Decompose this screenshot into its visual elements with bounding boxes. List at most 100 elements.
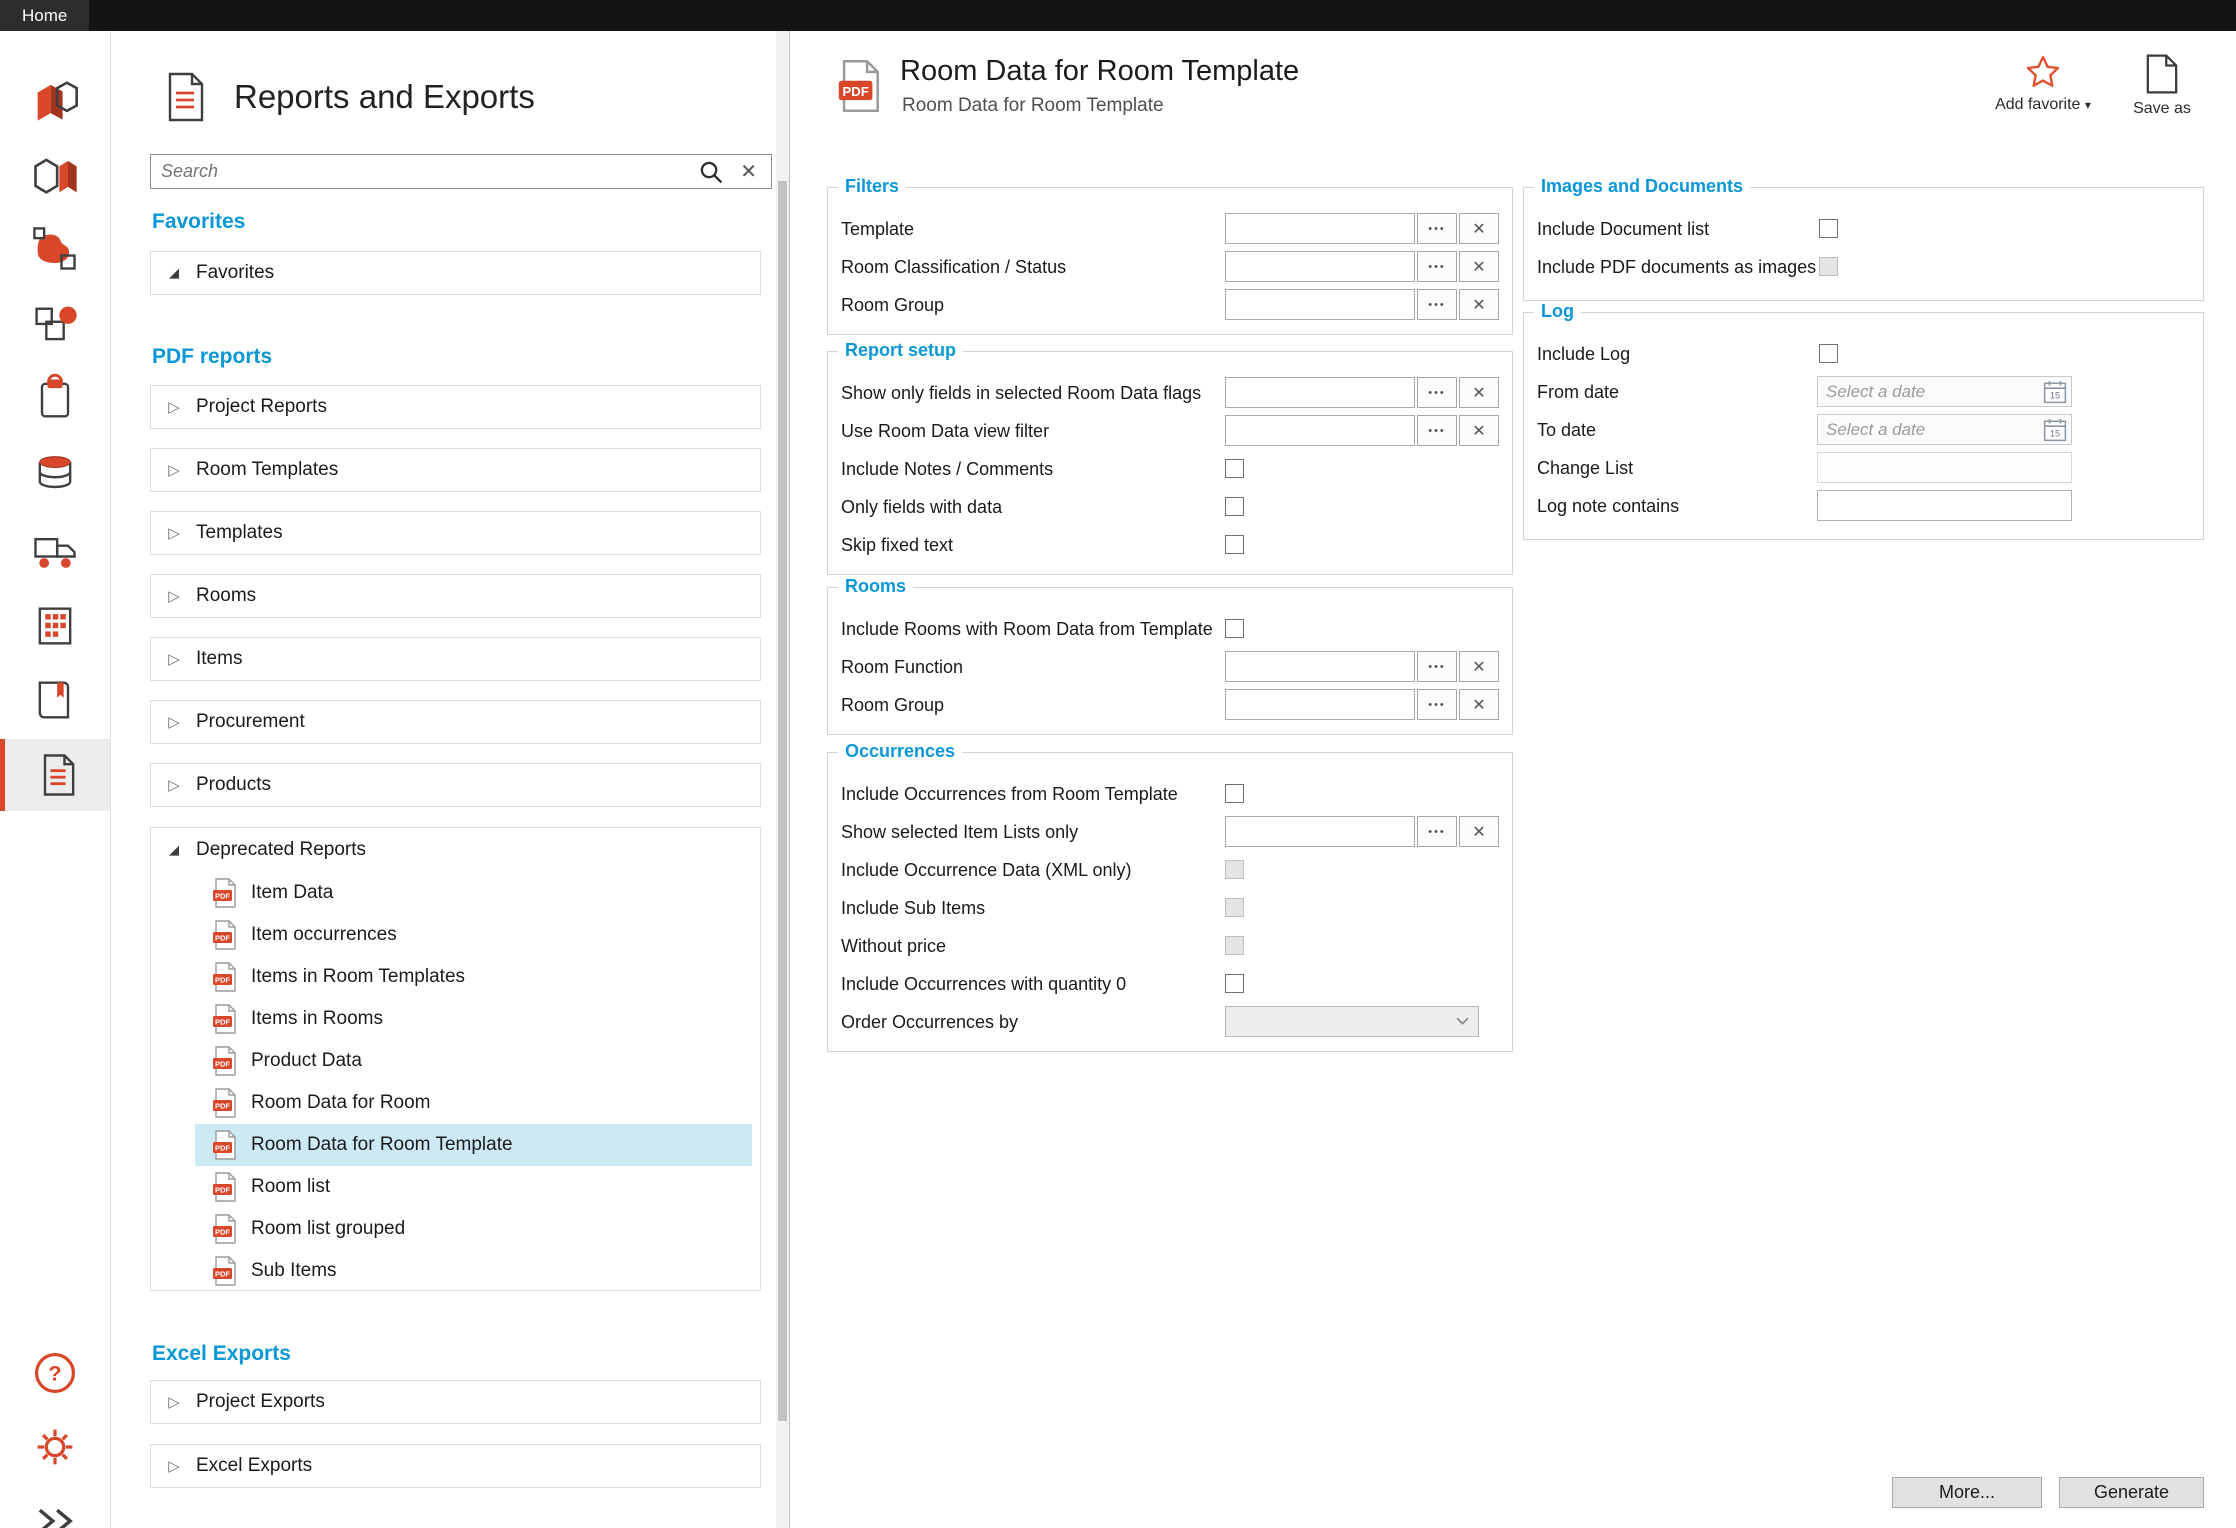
save-as-button[interactable]: Save as	[2116, 53, 2208, 118]
nav-buildings-icon[interactable]	[0, 139, 110, 211]
expander-icon[interactable]: ▷	[165, 1457, 183, 1475]
nav-attachments-icon[interactable]	[0, 363, 110, 435]
tree-group-procurement[interactable]: ▷ Procurement	[150, 700, 761, 744]
tree-group-items[interactable]: ▷ Items	[150, 637, 761, 681]
view-filter-browse-button[interactable]: •••	[1417, 415, 1457, 446]
search-icon[interactable]	[698, 159, 724, 185]
tree-group-deprecated-header[interactable]: ◢ Deprecated Reports	[151, 828, 760, 872]
tree-group-room-templates[interactable]: ▷ Room Templates	[150, 448, 761, 492]
expander-icon[interactable]: ▷	[165, 713, 183, 731]
search-input[interactable]	[151, 161, 698, 182]
tree-item-items-in-room-templates[interactable]: Items in Room Templates	[195, 956, 752, 998]
nav-database-icon[interactable]	[0, 438, 110, 510]
add-favorite-button[interactable]: Add favorite ▾	[1990, 53, 2096, 114]
clear-search-icon[interactable]: ✕	[740, 159, 757, 184]
room-classification-browse-button[interactable]: •••	[1417, 251, 1457, 282]
more-button[interactable]: More...	[1892, 1477, 2042, 1508]
expander-icon[interactable]: ◢	[165, 842, 183, 858]
excel-exports-heading: Excel Exports	[152, 1342, 291, 1366]
include-document-list-checkbox[interactable]	[1819, 219, 1838, 238]
rooms-room-group-browse-button[interactable]: •••	[1417, 689, 1457, 720]
ellipsis-icon: •••	[1428, 223, 1446, 235]
expander-icon[interactable]: ▷	[165, 398, 183, 416]
tree-item-items-in-rooms[interactable]: Items in Rooms	[195, 998, 752, 1040]
tree-group-templates[interactable]: ▷ Templates	[150, 511, 761, 555]
include-notes-checkbox[interactable]	[1225, 459, 1244, 478]
expander-icon[interactable]: ▷	[165, 587, 183, 605]
room-data-flags-input[interactable]	[1225, 377, 1415, 408]
pdf-icon	[212, 878, 238, 908]
nav-logistics-icon[interactable]	[0, 514, 110, 586]
room-classification-clear-button[interactable]: ✕	[1459, 251, 1499, 282]
from-date-placeholder: Select a date	[1818, 382, 2042, 402]
view-filter-clear-button[interactable]: ✕	[1459, 415, 1499, 446]
nav-facility-icon[interactable]	[0, 590, 110, 662]
expander-icon[interactable]: ▷	[165, 650, 183, 668]
tree-group-project-exports[interactable]: ▷ Project Exports	[150, 1380, 761, 1424]
generate-button[interactable]: Generate	[2059, 1477, 2204, 1508]
tree-item-sub-items[interactable]: Sub Items	[195, 1250, 752, 1292]
rooms-room-group-clear-button[interactable]: ✕	[1459, 689, 1499, 720]
clear-icon: ✕	[1472, 695, 1485, 715]
rooms-room-group-input[interactable]	[1225, 689, 1415, 720]
quantity-zero-checkbox[interactable]	[1225, 974, 1244, 993]
include-rooms-checkbox[interactable]	[1225, 619, 1244, 638]
room-function-input[interactable]	[1225, 651, 1415, 682]
pdf-as-images-label: Include PDF documents as images	[1537, 257, 1816, 278]
room-function-browse-button[interactable]: •••	[1417, 651, 1457, 682]
log-legend: Log	[1534, 301, 1581, 322]
images-documents-legend: Images and Documents	[1534, 176, 1750, 197]
expander-icon[interactable]: ▷	[165, 776, 183, 794]
room-group-filter-clear-button[interactable]: ✕	[1459, 289, 1499, 320]
skip-fixed-text-checkbox[interactable]	[1225, 535, 1244, 554]
item-lists-browse-button[interactable]: •••	[1417, 816, 1457, 847]
tree-group-label: Deprecated Reports	[196, 839, 366, 861]
nav-reports-icon[interactable]	[0, 739, 110, 811]
order-occurrences-label: Order Occurrences by	[841, 1012, 1018, 1033]
expander-icon[interactable]: ▷	[165, 524, 183, 542]
home-tab[interactable]: Home	[0, 0, 89, 31]
nav-site-icon[interactable]	[0, 63, 110, 135]
tree-group-excel-exports[interactable]: ▷ Excel Exports	[150, 1444, 761, 1488]
expander-icon[interactable]: ▷	[165, 461, 183, 479]
room-group-filter-input[interactable]	[1225, 289, 1415, 320]
include-log-checkbox[interactable]	[1819, 344, 1838, 363]
tree-item-room-data-for-room[interactable]: Room Data for Room	[195, 1082, 752, 1124]
tree-group-label: Excel Exports	[196, 1455, 312, 1477]
clear-icon: ✕	[1472, 219, 1485, 239]
nav-catalog-icon[interactable]	[0, 664, 110, 736]
nav-items-icon[interactable]	[0, 289, 110, 361]
tree-item-item-data[interactable]: Item Data	[195, 872, 752, 914]
item-lists-input[interactable]	[1225, 816, 1415, 847]
panel-scrollbar[interactable]	[776, 31, 789, 1528]
nav-rooms-icon[interactable]	[0, 213, 110, 285]
nav-settings-icon[interactable]	[0, 1411, 110, 1483]
item-lists-clear-button[interactable]: ✕	[1459, 816, 1499, 847]
tree-item-room-list-grouped[interactable]: Room list grouped	[195, 1208, 752, 1250]
tree-group-products[interactable]: ▷ Products	[150, 763, 761, 807]
view-filter-input[interactable]	[1225, 415, 1415, 446]
room-function-clear-button[interactable]: ✕	[1459, 651, 1499, 682]
tree-item-product-data[interactable]: Product Data	[195, 1040, 752, 1082]
tree-group-project-reports[interactable]: ▷ Project Reports	[150, 385, 761, 429]
expander-icon[interactable]: ▷	[165, 1393, 183, 1411]
room-data-flags-clear-button[interactable]: ✕	[1459, 377, 1499, 408]
tree-group-rooms[interactable]: ▷ Rooms	[150, 574, 761, 618]
nav-help-icon[interactable]: ?	[0, 1337, 110, 1409]
template-clear-button[interactable]: ✕	[1459, 213, 1499, 244]
tree-item-room-list[interactable]: Room list	[195, 1166, 752, 1208]
include-occurrences-checkbox[interactable]	[1225, 784, 1244, 803]
only-fields-with-data-checkbox[interactable]	[1225, 497, 1244, 516]
template-input[interactable]	[1225, 213, 1415, 244]
template-browse-button[interactable]: •••	[1417, 213, 1457, 244]
room-classification-input[interactable]	[1225, 251, 1415, 282]
expander-icon[interactable]: ◢	[165, 265, 183, 281]
scrollbar-thumb[interactable]	[778, 181, 787, 1421]
room-data-flags-browse-button[interactable]: •••	[1417, 377, 1457, 408]
log-note-input[interactable]	[1817, 490, 2072, 521]
tree-group-favorites[interactable]: ◢ Favorites	[150, 251, 761, 295]
room-group-filter-browse-button[interactable]: •••	[1417, 289, 1457, 320]
nav-collapse-icon[interactable]	[0, 1485, 110, 1528]
tree-item-room-data-for-room-template[interactable]: Room Data for Room Template	[195, 1124, 752, 1166]
tree-item-item-occurrences[interactable]: Item occurrences	[195, 914, 752, 956]
